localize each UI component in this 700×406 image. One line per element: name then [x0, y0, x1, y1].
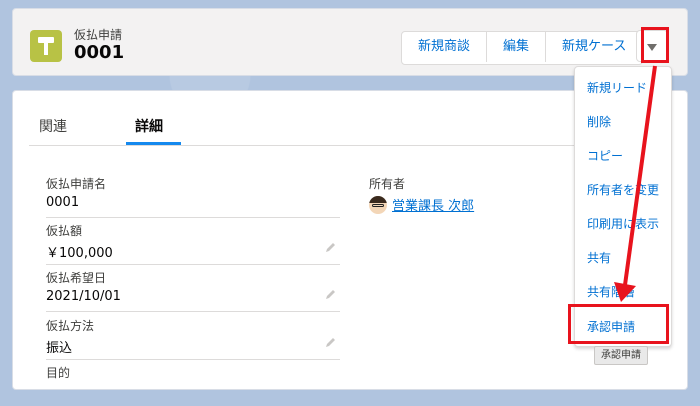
record-name: 0001	[74, 42, 125, 63]
menu-item-copy[interactable]: コピー	[587, 147, 623, 164]
menu-item-sharing-hierarchy[interactable]: 共有階層	[587, 283, 635, 300]
tooltip: 承認申請	[594, 346, 648, 365]
action-button-group: 新規商談 編集 新規ケース	[401, 31, 644, 65]
field-desired-date: 仮払希望日 2021/10/01	[46, 269, 340, 312]
field-value: ￥100,000	[46, 246, 113, 261]
pencil-icon[interactable]	[325, 242, 336, 253]
tab-related[interactable]: 関連	[39, 116, 67, 136]
menu-item-printable-view[interactable]: 印刷用に表示	[587, 215, 659, 232]
pencil-icon[interactable]	[325, 337, 336, 348]
menu-item-new-lead[interactable]: 新規リード	[587, 79, 647, 96]
field-label: 目的	[46, 366, 71, 380]
tab-bar: 関連 詳細	[29, 107, 609, 146]
active-tab-indicator	[126, 142, 181, 145]
object-label: 仮払申請	[74, 28, 123, 42]
field-label: 仮払申請名	[46, 177, 107, 191]
field-label: 仮払方法	[46, 319, 95, 333]
menu-item-change-owner[interactable]: 所有者を変更	[587, 181, 659, 198]
field-value: 0001	[46, 195, 80, 210]
approval-highlight-box	[568, 304, 669, 344]
menu-item-delete[interactable]: 削除	[587, 113, 611, 130]
hammer-icon	[30, 30, 62, 62]
field-label: 仮払希望日	[46, 271, 107, 285]
owner-field: 営業課長 次郎	[369, 195, 474, 214]
owner-link[interactable]: 営業課長 次郎	[392, 195, 474, 214]
owner-label: 所有者	[369, 177, 406, 191]
new-opportunity-button[interactable]: 新規商談	[402, 32, 488, 62]
caret-highlight-box	[641, 27, 669, 63]
field-amount: 仮払額 ￥100,000	[46, 222, 340, 265]
edit-button[interactable]: 編集	[487, 32, 547, 62]
field-label: 仮払額	[46, 224, 83, 238]
field-value: 2021/10/01	[46, 289, 121, 304]
field-purpose: 目的	[46, 364, 340, 406]
field-value: 振込	[46, 341, 73, 356]
avatar	[369, 195, 387, 214]
menu-item-sharing[interactable]: 共有	[587, 249, 611, 266]
field-payment-method: 仮払方法 振込	[46, 317, 340, 360]
new-case-button[interactable]: 新規ケース	[546, 32, 642, 62]
pencil-icon[interactable]	[325, 289, 336, 300]
field-request-name: 仮払申請名 0001	[46, 175, 340, 218]
tab-details[interactable]: 詳細	[135, 116, 163, 136]
